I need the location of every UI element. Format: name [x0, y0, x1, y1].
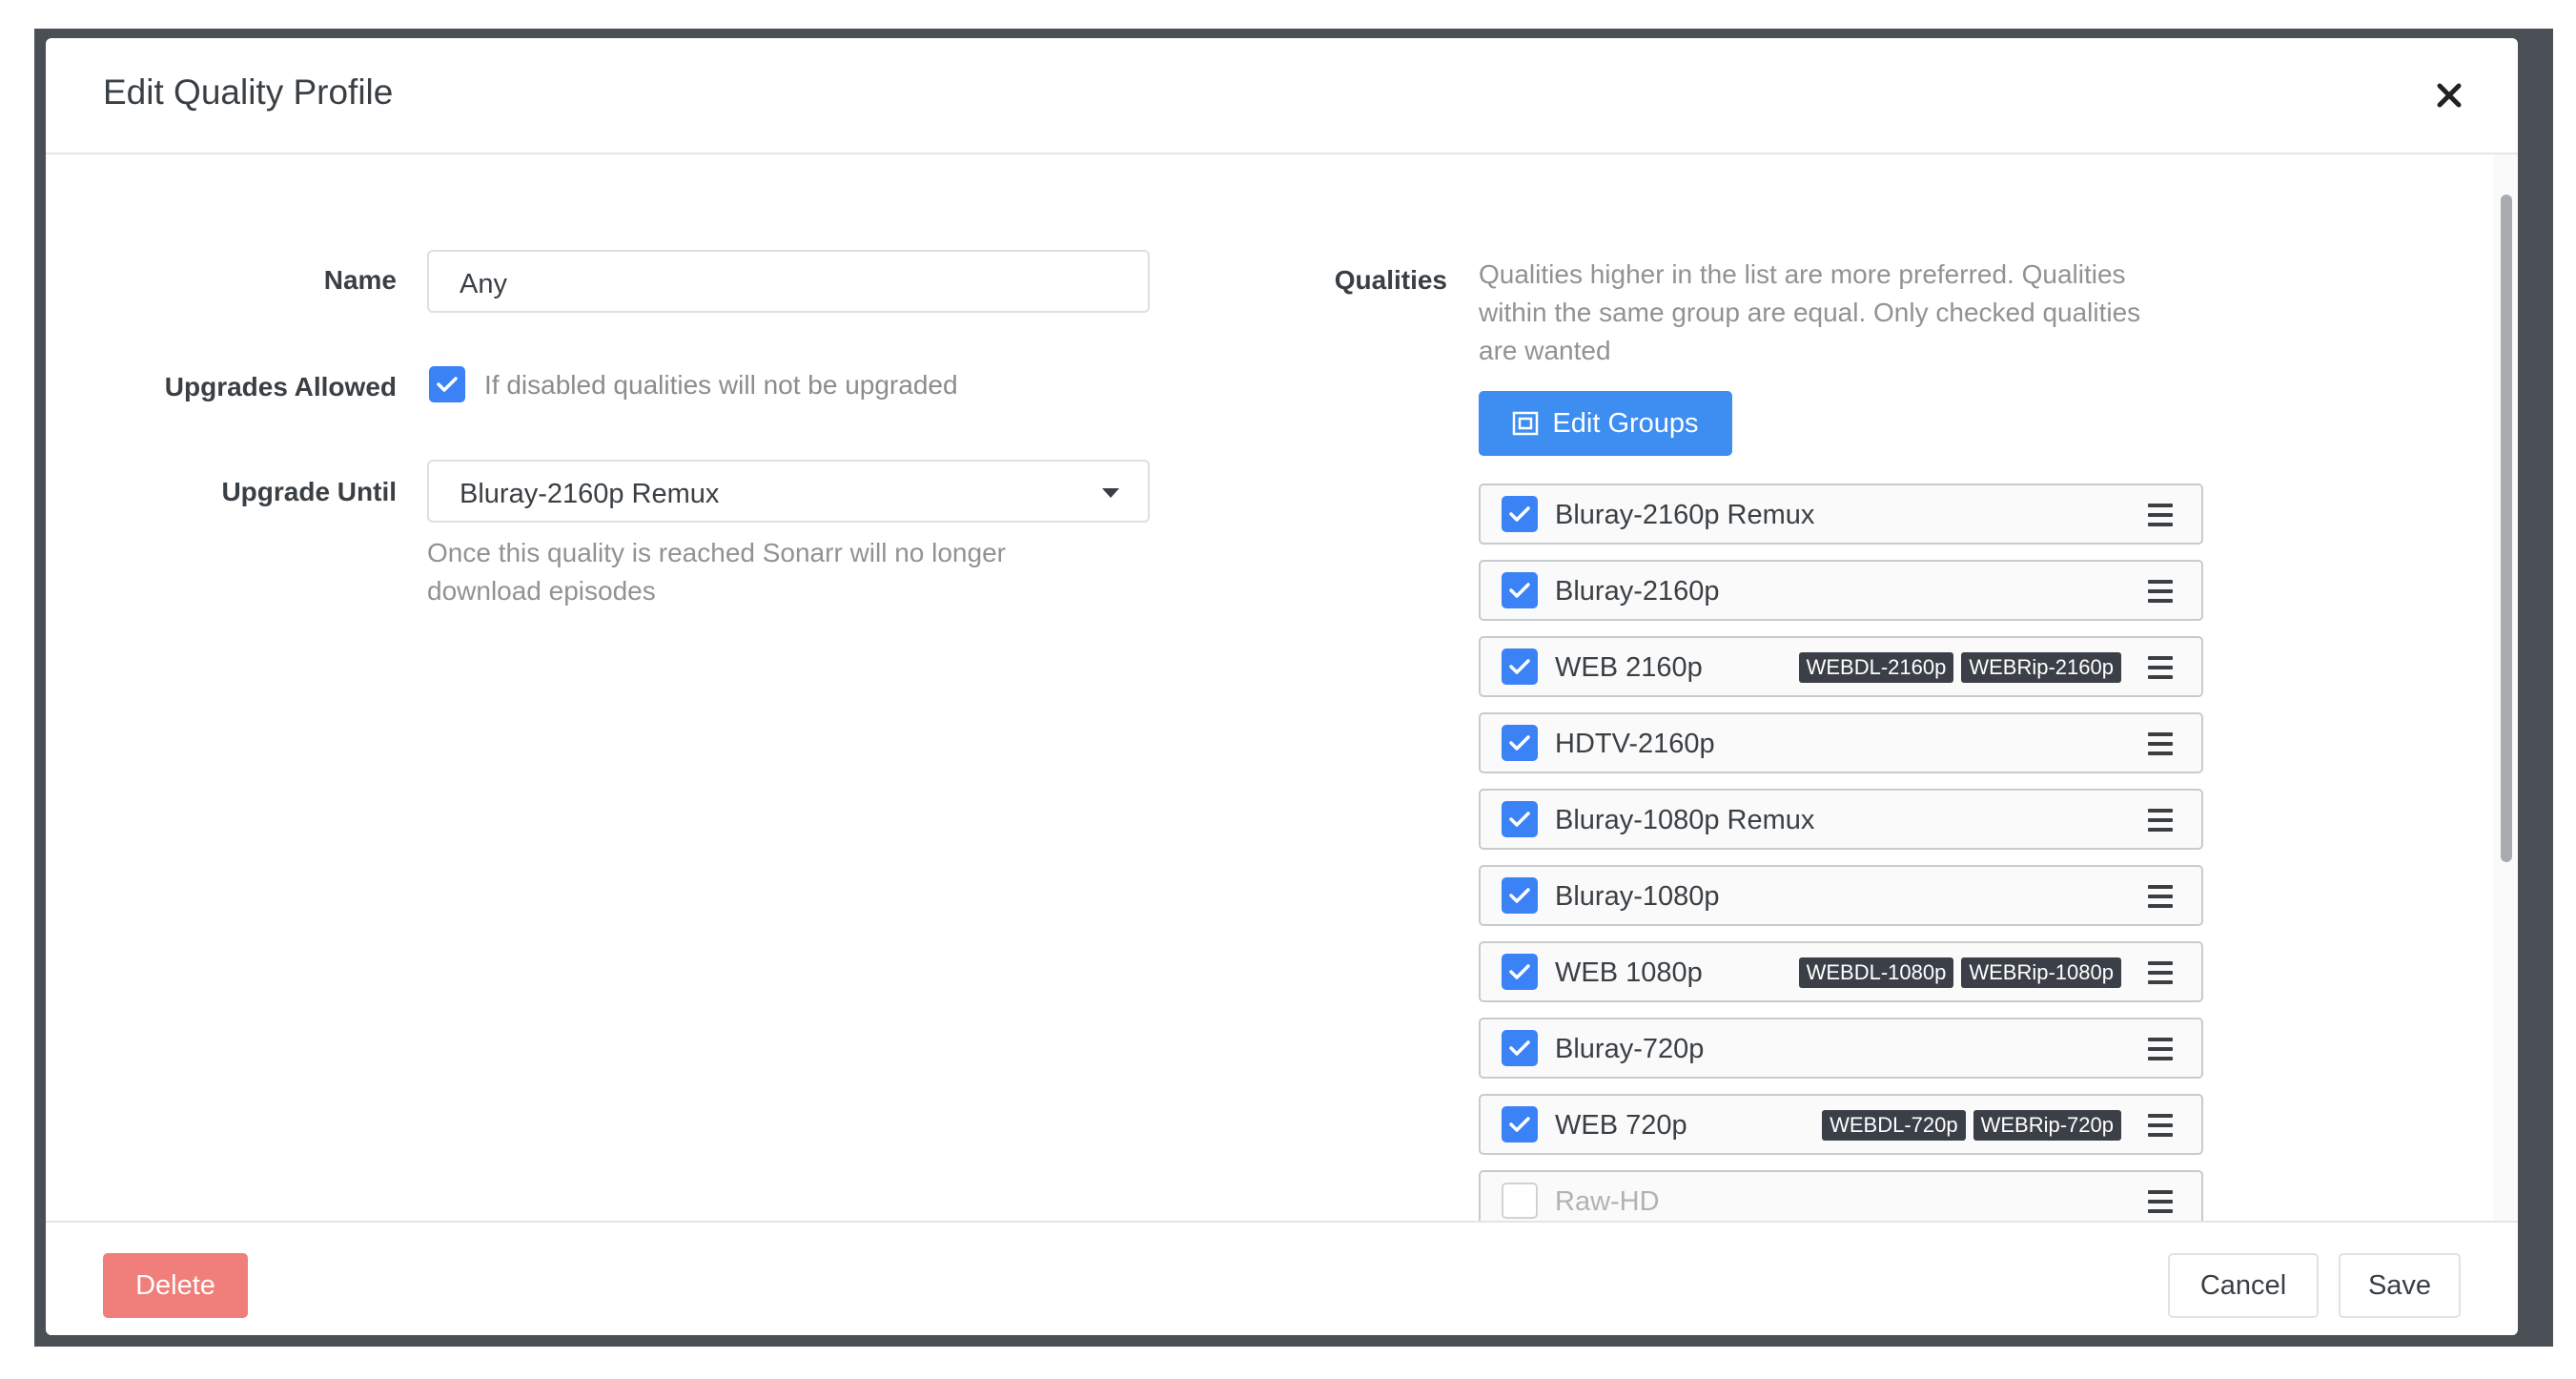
upgrade-until-help-line1: Once this quality is reached Sonarr will… — [427, 538, 1006, 567]
quality-item[interactable]: WEB 720p WEBDL-720p WEBRip-720p — [1479, 1094, 2203, 1155]
close-icon — [2437, 83, 2462, 108]
quality-tags: WEBDL-720p WEBRip-720p — [1822, 1110, 2121, 1141]
quality-item[interactable]: Bluray-2160p Remux — [1479, 484, 2203, 545]
drag-handle-icon[interactable] — [2148, 885, 2173, 908]
quality-tag: WEBRip-720p — [1973, 1110, 2121, 1141]
quality-item[interactable]: Bluray-1080p — [1479, 865, 2203, 926]
upgrades-allowed-help: If disabled qualities will not be upgrad… — [484, 370, 958, 400]
delete-button[interactable]: Delete — [103, 1253, 248, 1318]
edit-groups-label: Edit Groups — [1552, 407, 1699, 439]
quality-checkbox[interactable] — [1502, 877, 1538, 914]
upgrade-until-select[interactable]: Bluray-2160p Remux — [427, 460, 1150, 523]
quality-name: WEB 720p — [1555, 1110, 1687, 1141]
quality-checkbox[interactable] — [1502, 572, 1538, 608]
upgrades-allowed-label: Upgrades Allowed — [164, 372, 397, 401]
check-icon — [1509, 659, 1530, 674]
quality-tag: WEBRip-1080p — [1961, 957, 2121, 988]
scrollbar[interactable] — [2493, 154, 2518, 1249]
quality-tag: WEBDL-1080p — [1798, 957, 1954, 988]
quality-tags: WEBDL-2160p WEBRip-2160p — [1798, 652, 2121, 683]
quality-checkbox[interactable] — [1502, 648, 1538, 685]
name-input[interactable]: Any — [427, 250, 1150, 313]
qualities-label: Qualities — [1334, 265, 1447, 295]
close-button[interactable] — [2426, 72, 2472, 118]
quality-name: Bluray-2160p Remux — [1555, 500, 1815, 530]
quality-name: Bluray-2160p — [1555, 576, 1720, 607]
upgrades-allowed-checkbox[interactable] — [429, 366, 465, 402]
drag-handle-icon[interactable] — [2148, 656, 2173, 679]
drag-handle-icon[interactable] — [2148, 580, 2173, 603]
check-icon — [1509, 964, 1530, 979]
quality-item[interactable]: Bluray-720p — [1479, 1018, 2203, 1079]
drag-handle-icon[interactable] — [2148, 1114, 2173, 1137]
check-icon — [1509, 506, 1530, 522]
quality-checkbox[interactable] — [1502, 801, 1538, 837]
quality-name: Raw-HD — [1555, 1186, 1660, 1217]
dialog-footer: Delete Cancel Save — [46, 1221, 2518, 1335]
check-icon — [1509, 735, 1530, 751]
quality-item[interactable]: WEB 2160p WEBDL-2160p WEBRip-2160p — [1479, 636, 2203, 697]
qualities-help-line1: Qualities higher in the list are more pr… — [1479, 259, 2126, 289]
quality-checkbox[interactable] — [1502, 1183, 1538, 1219]
quality-checkbox[interactable] — [1502, 725, 1538, 761]
upgrade-until-value: Bluray-2160p Remux — [460, 479, 720, 509]
qualities-help-line3: are wanted — [1479, 336, 1611, 365]
drag-handle-icon[interactable] — [2148, 732, 2173, 755]
quality-tag: WEBDL-720p — [1822, 1110, 1966, 1141]
quality-checkbox[interactable] — [1502, 1106, 1538, 1142]
quality-tag: WEBDL-2160p — [1798, 652, 1954, 683]
upgrade-until-help-line2: download episodes — [427, 576, 656, 606]
quality-name: WEB 1080p — [1555, 957, 1703, 988]
check-icon — [1509, 1040, 1530, 1056]
dialog-body: Name Any Upgrades Allowed If disabled qu… — [46, 154, 2518, 1249]
quality-name: Bluray-1080p Remux — [1555, 805, 1815, 835]
quality-item[interactable]: Bluray-1080p Remux — [1479, 789, 2203, 850]
quality-item[interactable]: WEB 1080p WEBDL-1080p WEBRip-1080p — [1479, 941, 2203, 1002]
quality-name: Bluray-1080p — [1555, 881, 1720, 912]
drag-handle-icon[interactable] — [2148, 961, 2173, 984]
quality-checkbox[interactable] — [1502, 1030, 1538, 1066]
check-icon — [1509, 888, 1530, 903]
name-label: Name — [323, 265, 397, 295]
drag-handle-icon[interactable] — [2148, 1038, 2173, 1060]
dialog-header: Edit Quality Profile — [46, 38, 2518, 154]
group-icon — [1513, 411, 1539, 436]
drag-handle-icon[interactable] — [2148, 809, 2173, 832]
cancel-button[interactable]: Cancel — [2168, 1253, 2319, 1318]
qualities-help-line2: within the same group are equal. Only ch… — [1479, 298, 2141, 327]
chevron-down-icon — [1102, 488, 1119, 498]
quality-name: Bluray-720p — [1555, 1034, 1705, 1064]
quality-tags: WEBDL-1080p WEBRip-1080p — [1798, 957, 2121, 988]
check-icon — [1509, 1117, 1530, 1132]
edit-groups-button[interactable]: Edit Groups — [1479, 391, 1732, 456]
edit-quality-profile-dialog: Edit Quality Profile Name Any Upgrades A… — [46, 38, 2518, 1335]
drag-handle-icon[interactable] — [2148, 1190, 2173, 1213]
quality-item[interactable]: HDTV-2160p — [1479, 712, 2203, 773]
check-icon — [1509, 812, 1530, 827]
quality-name: WEB 2160p — [1555, 652, 1703, 683]
quality-tag: WEBRip-2160p — [1961, 652, 2121, 683]
upgrade-until-label: Upgrade Until — [221, 477, 397, 506]
drag-handle-icon[interactable] — [2148, 504, 2173, 526]
check-icon — [1509, 583, 1530, 598]
dialog-title: Edit Quality Profile — [103, 72, 394, 112]
quality-item[interactable]: Bluray-2160p — [1479, 560, 2203, 621]
scrollbar-thumb[interactable] — [2501, 195, 2512, 862]
check-icon — [437, 377, 458, 392]
quality-checkbox[interactable] — [1502, 496, 1538, 532]
save-button[interactable]: Save — [2339, 1253, 2461, 1318]
quality-checkbox[interactable] — [1502, 954, 1538, 990]
quality-name: HDTV-2160p — [1555, 729, 1715, 759]
